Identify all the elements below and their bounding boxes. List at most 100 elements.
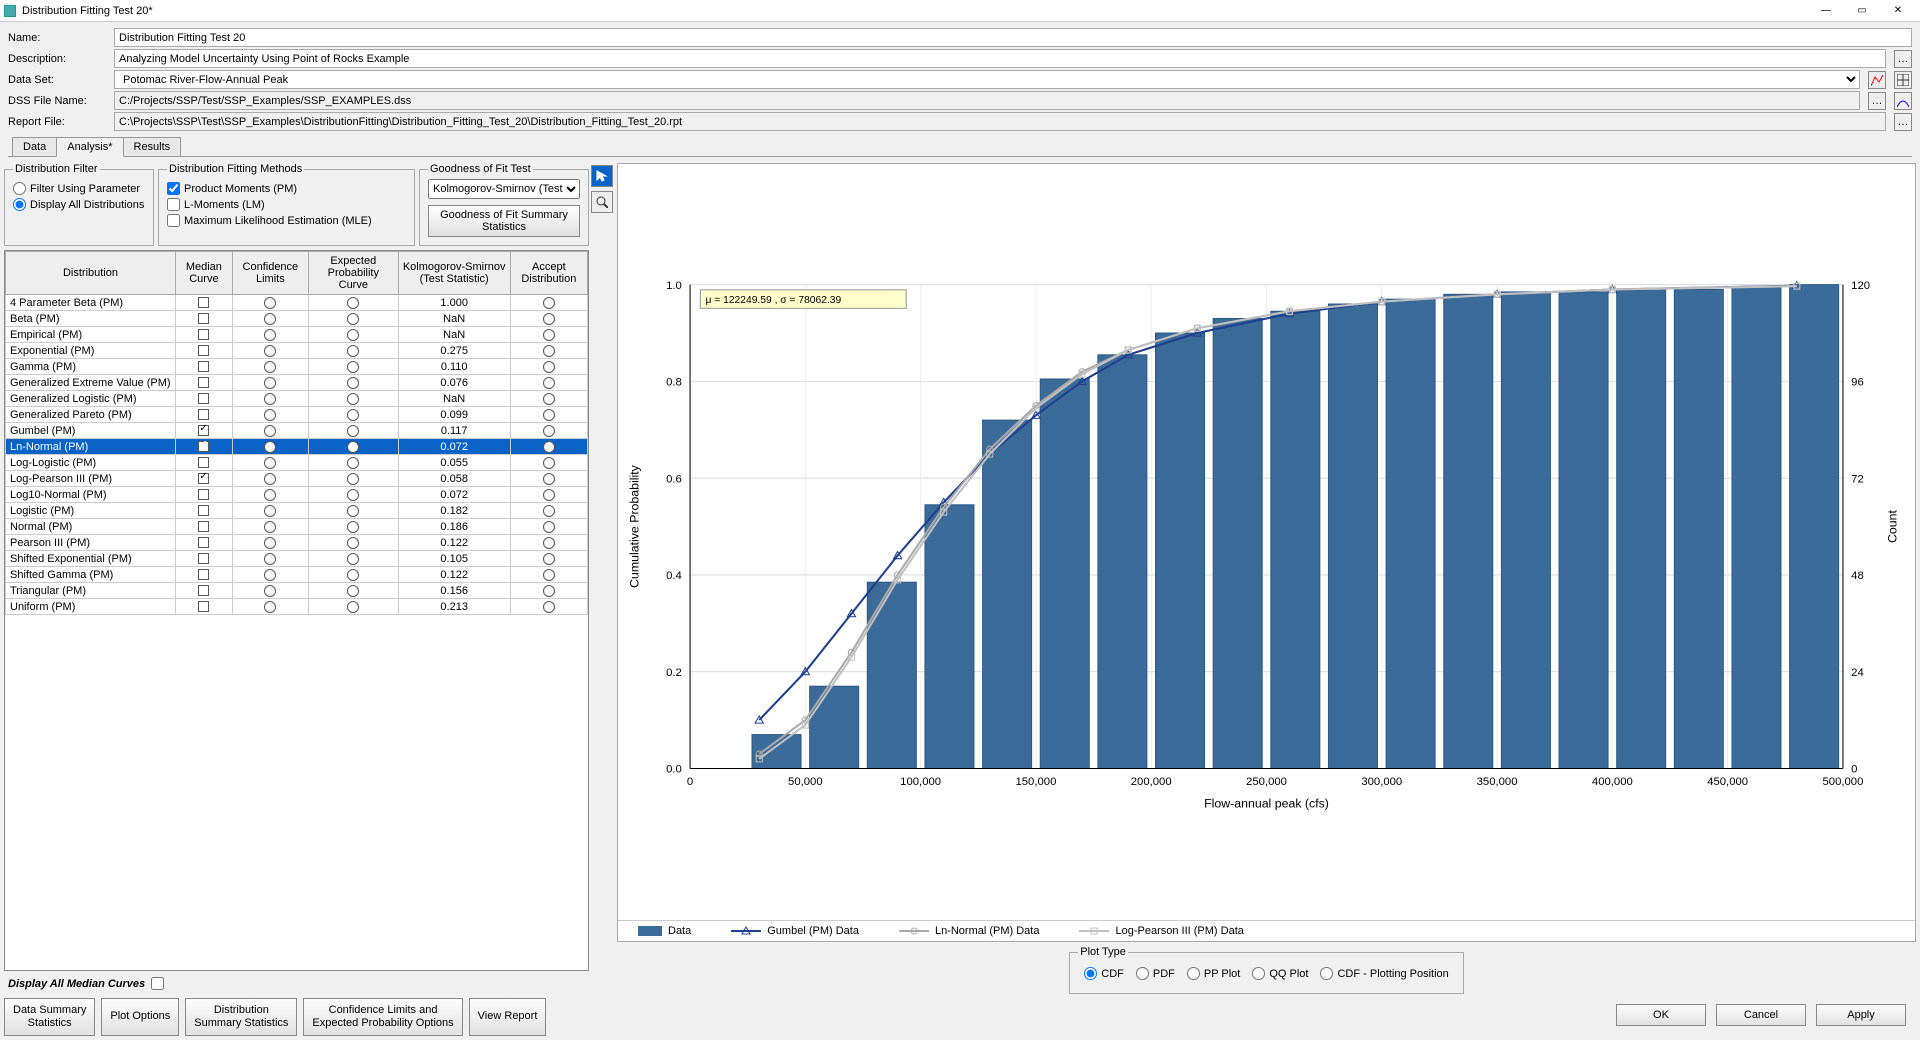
- table-row[interactable]: Uniform (PM)0.213: [6, 599, 588, 615]
- table-row[interactable]: Pearson III (PM)0.122: [6, 535, 588, 551]
- plot-type-fieldset: Plot Type CDF PDF PP Plot QQ Plot CDF - …: [1069, 946, 1464, 994]
- dist-table-header[interactable]: Accept Distribution: [510, 252, 587, 295]
- description-expand-icon[interactable]: …: [1894, 50, 1912, 68]
- name-field[interactable]: [114, 28, 1912, 47]
- plot-type-qq[interactable]: QQ Plot: [1252, 967, 1308, 980]
- name-label: Name:: [8, 32, 108, 44]
- view-report-button[interactable]: View Report: [469, 998, 547, 1036]
- table-row[interactable]: Triangular (PM)0.156: [6, 583, 588, 599]
- table-row[interactable]: Gamma (PM)0.110: [6, 359, 588, 375]
- distribution-filter-legend: Distribution Filter: [13, 163, 100, 175]
- dssfile-label: DSS File Name:: [8, 95, 108, 107]
- maximize-button[interactable]: ▭: [1844, 1, 1880, 21]
- product-moments-checkbox[interactable]: Product Moments (PM): [167, 182, 406, 195]
- goodness-of-fit-fieldset: Goodness of Fit Test Kolmogorov-Smirnov …: [419, 163, 589, 246]
- reportfile-browse-icon[interactable]: …: [1894, 113, 1912, 131]
- app-window: Distribution Fitting Test 20* — ▭ ✕ Name…: [0, 0, 1920, 1040]
- plot-type-cdf[interactable]: CDF: [1084, 967, 1124, 980]
- svg-text:0.4: 0.4: [666, 570, 682, 582]
- plot-type-pdf[interactable]: PDF: [1136, 967, 1175, 980]
- svg-text:Cumulative Probability: Cumulative Probability: [628, 464, 642, 588]
- gof-summary-button[interactable]: Goodness of Fit Summary Statistics: [428, 205, 580, 237]
- svg-text:400,000: 400,000: [1592, 776, 1633, 788]
- chart-legend: Data Gumbel (PM) Data Ln-Normal (PM) Dat…: [618, 920, 1915, 941]
- data-summary-button[interactable]: Data SummaryStatistics: [4, 998, 95, 1036]
- filter-using-parameter-radio[interactable]: Filter Using Parameter: [13, 182, 145, 195]
- dssfile-field: [114, 91, 1860, 110]
- table-row[interactable]: Ln-Normal (PM)0.072: [6, 439, 588, 455]
- display-all-distributions-radio[interactable]: Display All Distributions: [13, 198, 145, 211]
- chart-canvas[interactable]: 0.00.20.40.60.81.0024487296120050,000100…: [618, 164, 1915, 920]
- apply-button[interactable]: Apply: [1816, 1004, 1906, 1026]
- legend-lp3: Log-Pearson III (PM) Data: [1079, 925, 1243, 937]
- description-field[interactable]: [114, 49, 1886, 68]
- distribution-summary-button[interactable]: DistributionSummary Statistics: [185, 998, 297, 1036]
- table-row[interactable]: Gumbel (PM)0.117: [6, 423, 588, 439]
- fitting-methods-legend: Distribution Fitting Methods: [167, 163, 304, 175]
- close-button[interactable]: ✕: [1880, 1, 1916, 21]
- svg-text:0.2: 0.2: [666, 667, 682, 679]
- table-row[interactable]: Log-Pearson III (PM)0.058: [6, 471, 588, 487]
- svg-text:0.8: 0.8: [666, 377, 682, 389]
- dataset-table-icon[interactable]: [1894, 71, 1912, 89]
- zoom-tool-icon[interactable]: [591, 191, 613, 213]
- tab-results[interactable]: Results: [123, 137, 182, 156]
- dssfile-browse-icon[interactable]: …: [1868, 92, 1886, 110]
- table-row[interactable]: Log10-Normal (PM)0.072: [6, 487, 588, 503]
- dist-table-header[interactable]: Confidence Limits: [232, 252, 308, 295]
- goodness-of-fit-select[interactable]: Kolmogorov-Smirnov (Test Statistic): [428, 179, 580, 199]
- svg-text:μ = 122249.59 , σ = 78062.39: μ = 122249.59 , σ = 78062.39: [705, 295, 841, 306]
- table-row[interactable]: Log-Logistic (PM)0.055: [6, 455, 588, 471]
- legend-gumbel: Gumbel (PM) Data: [731, 925, 859, 937]
- dssfile-curve-icon[interactable]: [1894, 92, 1912, 110]
- dataset-plot-icon[interactable]: [1868, 71, 1886, 89]
- dataset-select[interactable]: Potomac River-Flow-Annual Peak: [114, 70, 1860, 89]
- table-row[interactable]: Shifted Exponential (PM)0.105: [6, 551, 588, 567]
- titlebar: Distribution Fitting Test 20* — ▭ ✕: [0, 0, 1920, 22]
- window-title: Distribution Fitting Test 20*: [22, 5, 1808, 17]
- table-row[interactable]: Generalized Pareto (PM)0.099: [6, 407, 588, 423]
- plot-type-cdfpp[interactable]: CDF - Plotting Position: [1320, 967, 1448, 980]
- plot-type-pp[interactable]: PP Plot: [1187, 967, 1241, 980]
- ok-button[interactable]: OK: [1616, 1004, 1706, 1026]
- svg-text:350,000: 350,000: [1477, 776, 1518, 788]
- table-row[interactable]: 4 Parameter Beta (PM)1.000: [6, 295, 588, 311]
- svg-text:0.0: 0.0: [666, 764, 682, 776]
- table-row[interactable]: Beta (PM)NaN: [6, 311, 588, 327]
- confidence-limits-button[interactable]: Confidence Limits andExpected Probabilit…: [303, 998, 462, 1036]
- svg-text:200,000: 200,000: [1131, 776, 1172, 788]
- table-row[interactable]: Generalized Logistic (PM)NaN: [6, 391, 588, 407]
- dist-table-header[interactable]: Median Curve: [176, 252, 233, 295]
- tab-analysis[interactable]: Analysis*: [56, 137, 123, 157]
- svg-text:100,000: 100,000: [900, 776, 941, 788]
- minimize-button[interactable]: —: [1808, 1, 1844, 21]
- table-row[interactable]: Shifted Gamma (PM)0.122: [6, 567, 588, 583]
- tab-data[interactable]: Data: [12, 137, 57, 156]
- display-all-median-label: Display All Median Curves: [8, 978, 145, 990]
- svg-text:500,000: 500,000: [1822, 776, 1863, 788]
- dist-table-header[interactable]: Distribution: [6, 252, 176, 295]
- plot-type-legend: Plot Type: [1078, 946, 1128, 958]
- display-all-median-checkbox[interactable]: [151, 977, 164, 990]
- legend-data: Data: [638, 925, 691, 937]
- table-row[interactable]: Logistic (PM)0.182: [6, 503, 588, 519]
- plot-options-button[interactable]: Plot Options: [101, 998, 179, 1036]
- distribution-table[interactable]: DistributionMedian CurveConfidence Limit…: [4, 250, 589, 971]
- distribution-filter-fieldset: Distribution Filter Filter Using Paramet…: [4, 163, 154, 246]
- table-row[interactable]: Empirical (PM)NaN: [6, 327, 588, 343]
- fitting-methods-fieldset: Distribution Fitting Methods Product Mom…: [158, 163, 415, 246]
- l-moments-checkbox[interactable]: L-Moments (LM): [167, 198, 406, 211]
- tab-strip: Data Analysis* Results: [8, 137, 1912, 157]
- mle-checkbox[interactable]: Maximum Likelihood Estimation (MLE): [167, 214, 406, 227]
- dist-table-header[interactable]: Expected Probability Curve: [308, 252, 398, 295]
- table-row[interactable]: Exponential (PM)0.275: [6, 343, 588, 359]
- table-row[interactable]: Generalized Extreme Value (PM)0.076: [6, 375, 588, 391]
- pointer-tool-icon[interactable]: [591, 165, 613, 187]
- svg-text:150,000: 150,000: [1015, 776, 1056, 788]
- table-row[interactable]: Normal (PM)0.186: [6, 519, 588, 535]
- svg-text:Count: Count: [1885, 510, 1899, 544]
- chart-panel: 0.00.20.40.60.81.0024487296120050,000100…: [617, 163, 1916, 1036]
- dist-table-header[interactable]: Kolmogorov-Smirnov (Test Statistic): [398, 252, 510, 295]
- cancel-button[interactable]: Cancel: [1716, 1004, 1806, 1026]
- svg-text:0.6: 0.6: [666, 473, 682, 485]
